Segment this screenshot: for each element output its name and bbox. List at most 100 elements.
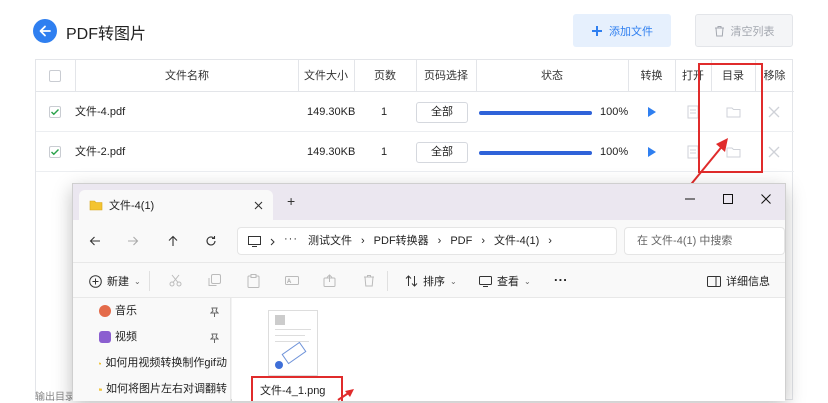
file-thumbnail[interactable] xyxy=(268,310,318,376)
minimize-icon xyxy=(685,198,695,200)
breadcrumb-item[interactable]: PDF转换器 xyxy=(374,228,429,254)
folder-icon xyxy=(89,200,103,210)
row-checkbox[interactable] xyxy=(49,106,61,118)
progress-bar xyxy=(479,151,592,155)
sidebar-item-label: 视频 xyxy=(115,331,137,343)
pdf-to-image-app: PDF转图片 添加文件 清空列表 文件名称 文件大小 页数 页码选择 状态 转换… xyxy=(0,0,828,403)
sidebar-item-music[interactable]: 音乐 xyxy=(99,300,227,322)
cut-icon[interactable] xyxy=(169,274,182,287)
view-icon xyxy=(479,275,492,287)
thumbnail-line xyxy=(275,329,311,330)
remove-button[interactable] xyxy=(767,105,781,119)
header-name: 文件名称 xyxy=(165,70,209,82)
share-icon[interactable] xyxy=(323,274,336,287)
close-icon[interactable] xyxy=(254,201,263,210)
details-label: 详细信息 xyxy=(726,276,770,288)
divider xyxy=(387,271,388,291)
remove-button[interactable] xyxy=(767,145,781,159)
select-all-checkbox[interactable] xyxy=(49,70,61,82)
file-name-label[interactable]: 文件-4_1.png xyxy=(260,382,325,398)
tab-title: 文件-4(1) xyxy=(109,200,155,212)
view-label: 查看 xyxy=(497,276,519,288)
breadcrumb-item[interactable]: 测试文件 xyxy=(308,228,352,254)
table-row: 文件-4.pdf 149.30KB 1 全部 100% xyxy=(36,92,794,132)
arrow-right-icon xyxy=(128,236,139,246)
chevron-down-icon: ⌄ xyxy=(134,276,141,286)
nav-up-button[interactable] xyxy=(165,233,181,249)
page-title: PDF转图片 xyxy=(66,26,147,43)
page-count: 1 xyxy=(381,106,388,118)
nav-back-button[interactable] xyxy=(87,233,103,249)
sidebar-item-label: 如何用视频转换制作gif动 xyxy=(105,357,227,369)
address-bar[interactable]: ··· 测试文件 › PDF转换器 › PDF › 文件-4(1) › xyxy=(237,227,617,255)
play-button[interactable] xyxy=(646,146,658,158)
chevron-right-icon: › xyxy=(437,235,442,247)
sidebar-item-folder[interactable]: 如何用视频转换制作gif动 xyxy=(99,352,227,374)
thumbnail-dot xyxy=(275,361,283,369)
sort-label: 排序 xyxy=(423,276,445,288)
nav-forward-button[interactable] xyxy=(125,233,141,249)
command-bar: 新建 ⌄ 排序 ⌄ 查看 ⌄ ... 详细信息 xyxy=(73,262,785,298)
sidebar-item-folder[interactable]: 如何将图片左右对调翻转 xyxy=(99,378,227,400)
minimize-button[interactable] xyxy=(671,184,709,214)
window-close-button[interactable] xyxy=(747,184,785,214)
thumbnail-line xyxy=(275,335,305,336)
file-list-area: 文件-4_1.png xyxy=(232,298,785,401)
progress-fill xyxy=(479,151,592,155)
navigation-pane: 音乐 视频 如何用视频转换制作gif动 如何将图片左右对调翻转 xyxy=(73,298,231,401)
paste-icon[interactable] xyxy=(247,274,260,288)
more-options-button[interactable]: ... xyxy=(554,269,568,284)
sort-icon xyxy=(405,275,418,287)
file-size: 149.30KB xyxy=(307,146,356,158)
chevron-right-icon: › xyxy=(361,235,365,247)
page-select-button[interactable]: 全部 xyxy=(416,102,468,123)
row-checkbox[interactable] xyxy=(49,146,61,158)
rename-icon[interactable] xyxy=(285,274,299,287)
divider xyxy=(149,271,150,291)
sidebar-item-video[interactable]: 视频 xyxy=(99,326,227,348)
header-size: 文件大小 xyxy=(304,70,348,82)
explorer-tab[interactable]: 文件-4(1) xyxy=(79,190,273,220)
chevron-right-icon xyxy=(270,238,275,246)
refresh-button[interactable] xyxy=(203,233,219,249)
new-button[interactable]: 新建 ⌄ xyxy=(89,273,141,289)
breadcrumb-item[interactable]: PDF xyxy=(450,228,472,254)
top-bar: PDF转图片 添加文件 清空列表 xyxy=(0,0,828,60)
progress-bar xyxy=(479,111,592,115)
sort-button[interactable]: 排序 ⌄ xyxy=(405,273,457,289)
clear-list-label: 清空列表 xyxy=(730,25,775,38)
details-button[interactable]: 详细信息 xyxy=(707,273,770,289)
pin-icon xyxy=(210,307,219,317)
table-header: 文件名称 文件大小 页数 页码选择 状态 转换 打开 目录 移除 xyxy=(36,60,794,92)
file-name: 文件-2.pdf xyxy=(75,146,126,158)
pin-icon xyxy=(210,333,219,343)
copy-icon[interactable] xyxy=(208,274,221,287)
clear-list-button[interactable]: 清空列表 xyxy=(695,14,793,47)
progress-text: 100% xyxy=(600,106,629,118)
file-explorer-window: 文件-4(1) + ··· 测试文件 › PDF转换器 › PDF › 文件-4… xyxy=(72,183,786,401)
header-status: 状态 xyxy=(541,70,563,82)
video-icon xyxy=(99,331,111,343)
check-icon xyxy=(51,109,60,116)
chevron-right-icon: › xyxy=(548,235,552,247)
add-file-button[interactable]: 添加文件 xyxy=(573,14,671,47)
maximize-button[interactable] xyxy=(709,184,747,214)
view-button[interactable]: 查看 ⌄ xyxy=(479,273,531,289)
back-button[interactable] xyxy=(33,19,57,43)
trash-icon[interactable] xyxy=(363,274,375,287)
breadcrumb-overflow[interactable]: ··· xyxy=(284,233,298,245)
breadcrumb-item[interactable]: 文件-4(1) xyxy=(494,228,539,254)
plus-circle-icon xyxy=(89,274,102,288)
close-icon xyxy=(768,146,780,158)
arrow-up-icon xyxy=(168,235,178,246)
new-label: 新建 xyxy=(107,276,129,288)
arrow-left-icon xyxy=(89,236,100,246)
play-button[interactable] xyxy=(646,106,658,118)
header-pages: 页数 xyxy=(374,70,396,82)
arrow-left-icon xyxy=(39,25,51,37)
plus-icon xyxy=(592,25,602,36)
page-select-button[interactable]: 全部 xyxy=(416,142,468,163)
folder-icon xyxy=(99,387,102,391)
search-input[interactable]: 在 文件-4(1) 中搜索 xyxy=(624,227,785,255)
new-tab-button[interactable]: + xyxy=(287,193,295,209)
